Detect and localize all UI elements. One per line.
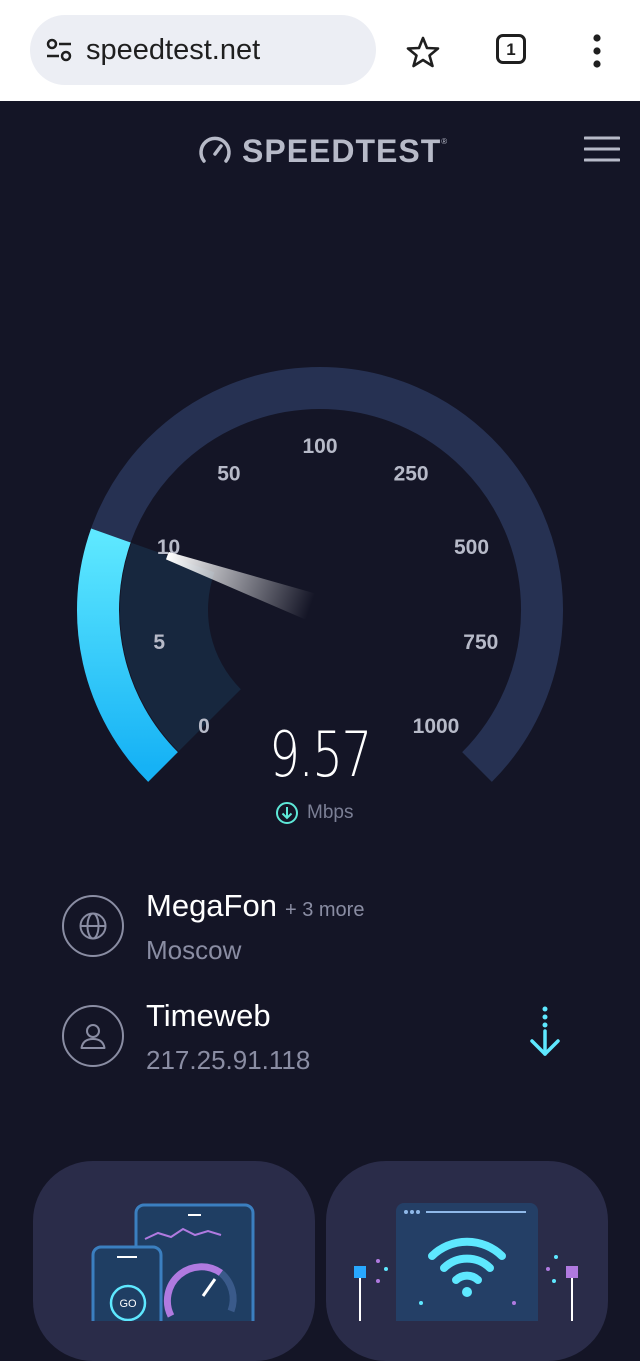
speed-unit: Mbps: [307, 802, 354, 823]
server-name: Timeweb: [146, 998, 271, 1033]
provider-more-link[interactable]: + 3 more: [285, 899, 364, 921]
gauge-tick-label: 5: [153, 631, 165, 654]
user-icon: [62, 1005, 124, 1067]
url-text[interactable]: speedtest.net: [86, 32, 260, 68]
server-ip: 217.25.91.118: [146, 1045, 311, 1075]
logo-trademark: ®: [441, 137, 448, 146]
gauge-tick-label: 50: [217, 463, 240, 486]
devices-illustration: GO: [91, 1203, 255, 1359]
gauge-tick-label: 100: [302, 435, 337, 458]
speedtest-logo[interactable]: SPEEDTEST ®: [198, 131, 447, 171]
globe-icon: [62, 895, 124, 957]
gauge-tick-label: 1000: [413, 715, 460, 738]
gauge-tick-label: 500: [454, 536, 489, 559]
more-vert-icon[interactable]: [588, 34, 606, 68]
site-settings-icon[interactable]: [46, 38, 72, 62]
speedometer-logo-icon: [199, 136, 231, 163]
logo-text: SPEEDTEST: [242, 132, 442, 169]
wifi-promo-card[interactable]: [326, 1161, 608, 1361]
apps-promo-card[interactable]: GO: [33, 1161, 315, 1361]
download-arrow-icon[interactable]: [528, 1005, 562, 1059]
hamburger-menu-icon[interactable]: [584, 135, 620, 163]
gauge-tick-label: 0: [198, 715, 210, 738]
gauge-tick-label: 750: [463, 631, 498, 654]
browser-toolbar: speedtest.net 1: [0, 0, 640, 101]
address-bar[interactable]: speedtest.net: [30, 15, 376, 85]
gauge-tick-label: 250: [394, 463, 429, 486]
svg-text:GO: GO: [119, 1298, 137, 1310]
tab-switcher-button[interactable]: 1: [496, 34, 526, 64]
provider-name: MegaFon: [146, 888, 277, 923]
bookmark-star-icon[interactable]: [405, 34, 441, 70]
provider-location: Moscow: [146, 935, 242, 965]
unit-row: Mbps: [275, 800, 353, 826]
download-circle-icon: [276, 802, 298, 824]
speed-value: 9.57: [269, 718, 372, 791]
wifi-illustration: [354, 1203, 578, 1333]
provider-row[interactable]: MegaFon + 3 more Moscow: [62, 888, 582, 975]
server-row[interactable]: Timeweb 217.25.91.118: [62, 998, 582, 1085]
